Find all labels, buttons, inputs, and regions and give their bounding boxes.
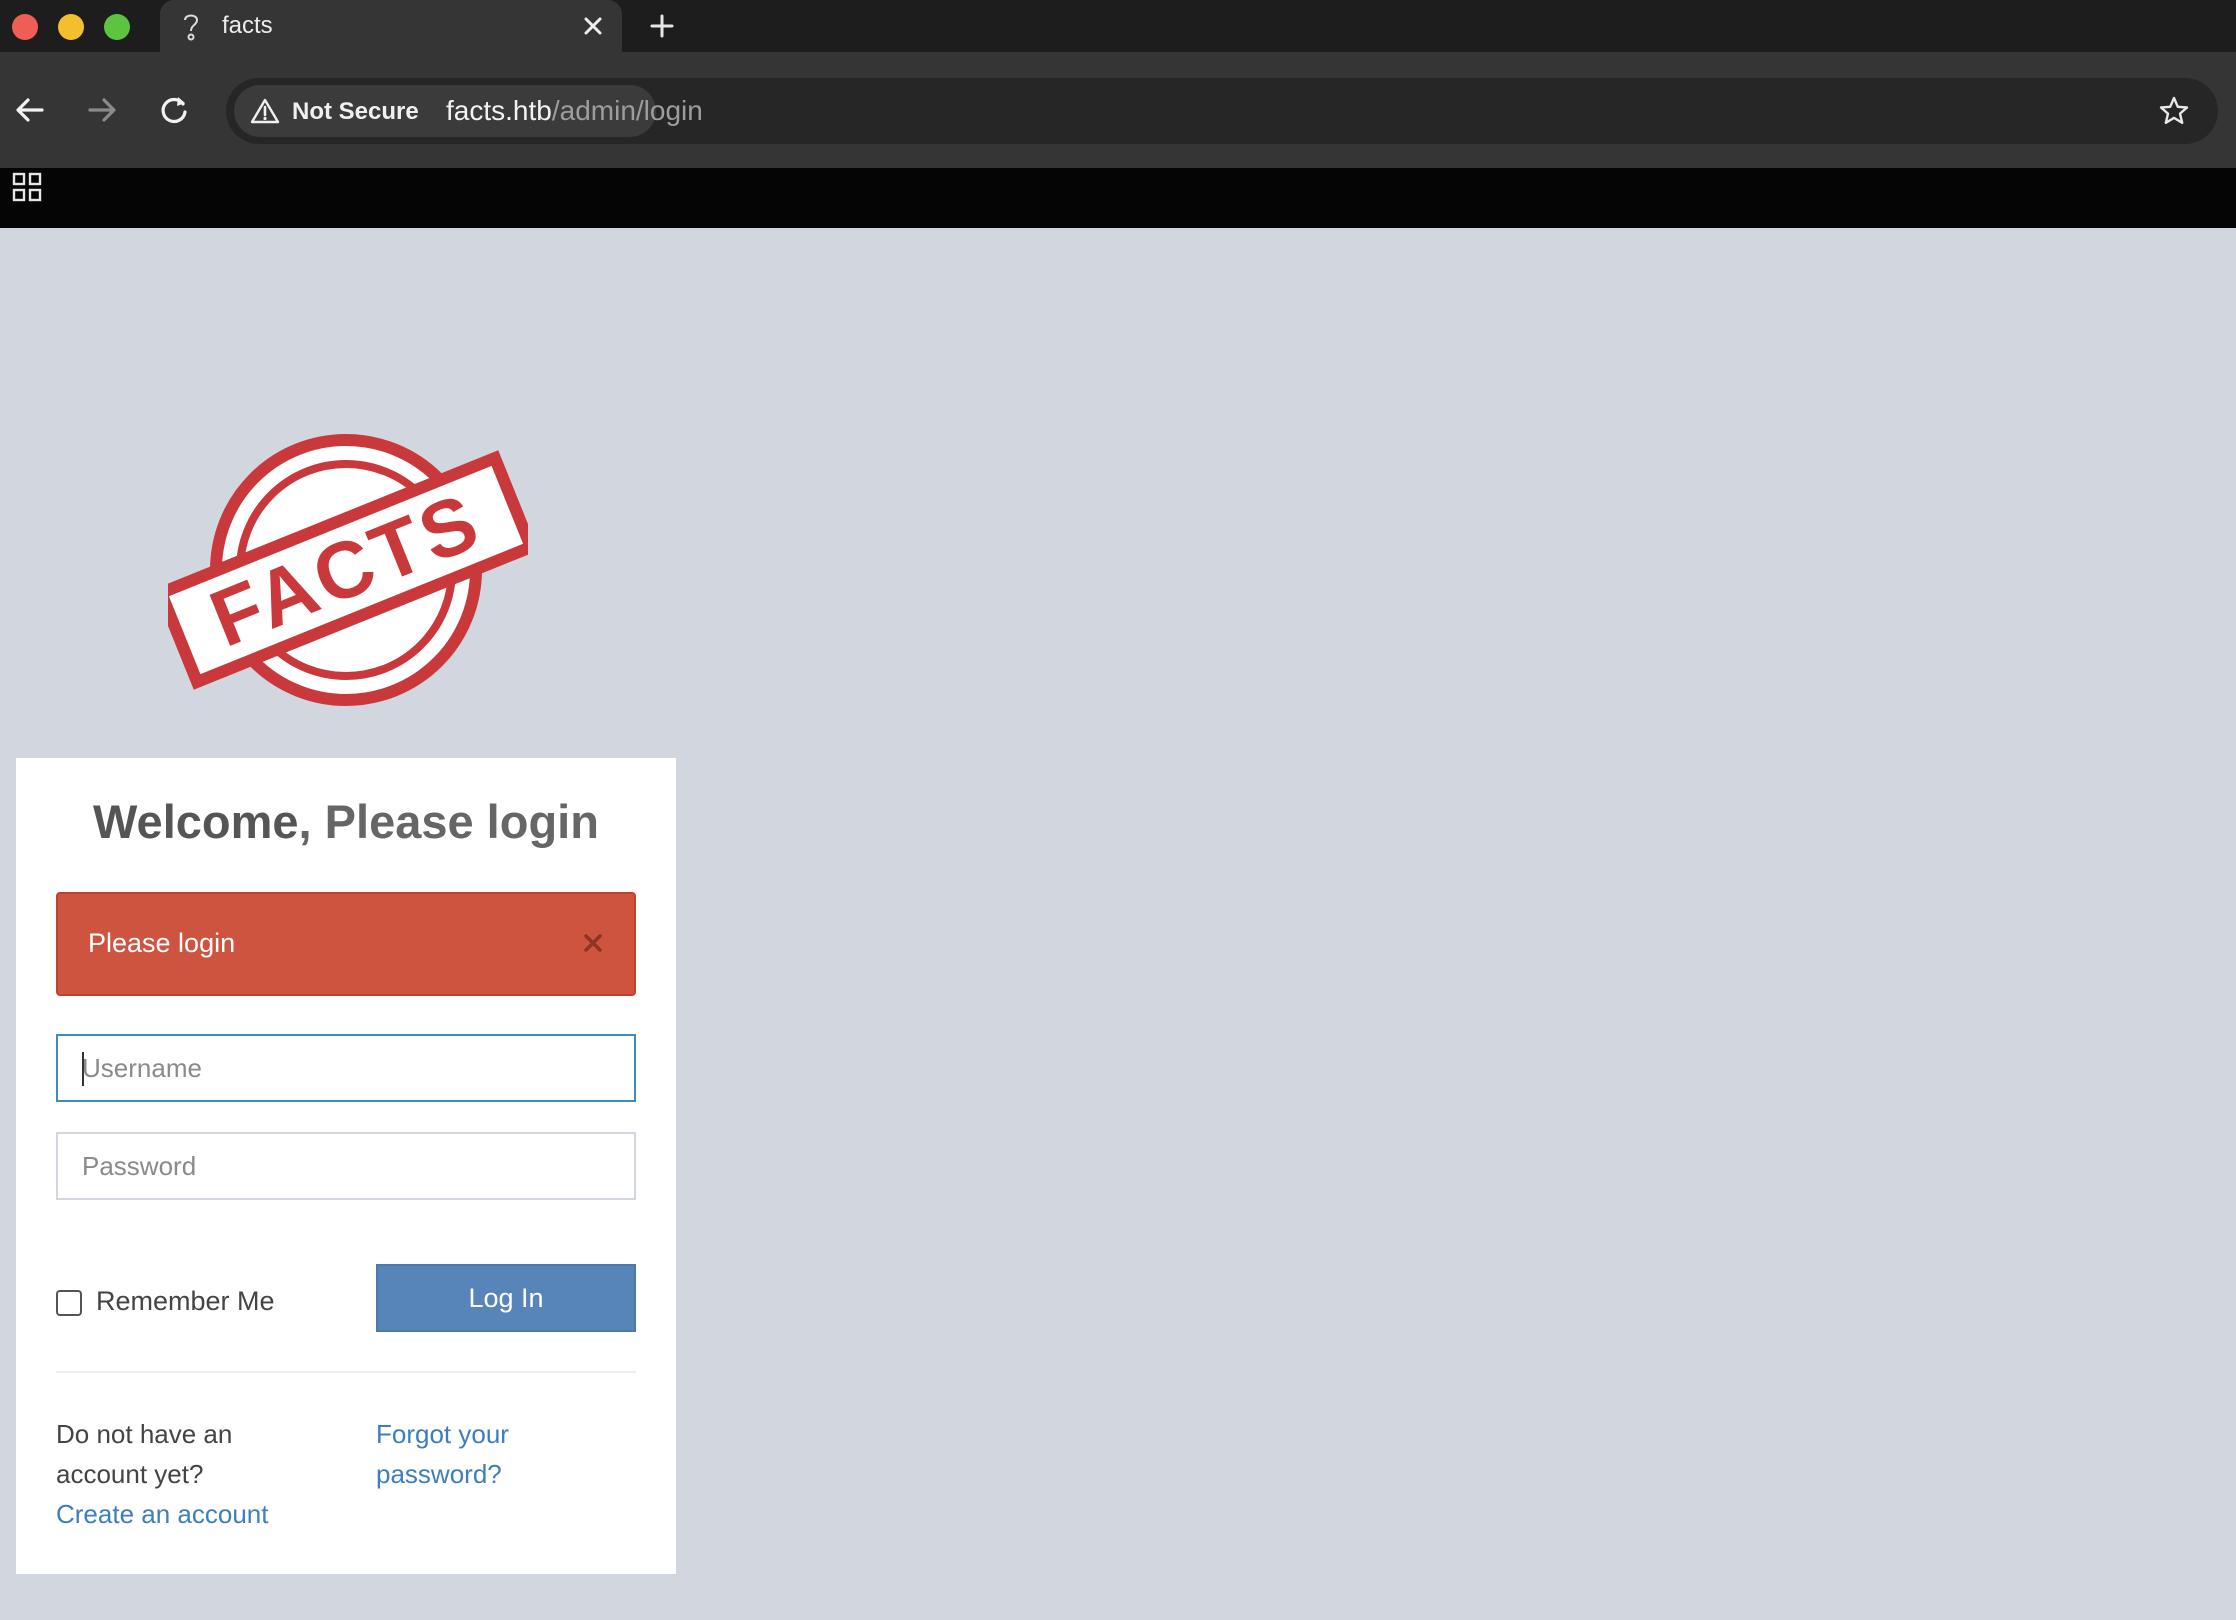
login-button[interactable]: Log In bbox=[376, 1264, 636, 1332]
reload-icon[interactable] bbox=[156, 92, 192, 128]
forward-arrow-icon[interactable] bbox=[84, 92, 120, 128]
no-account-text: Do not have an account yet? bbox=[56, 1419, 233, 1489]
back-arrow-icon[interactable] bbox=[12, 92, 48, 128]
url-text[interactable]: facts.htb/admin/login bbox=[446, 95, 703, 127]
bookmarks-bar bbox=[0, 168, 2236, 228]
welcome-rest: , Please login bbox=[298, 795, 599, 848]
remember-me-label[interactable]: Remember Me bbox=[96, 1286, 275, 1317]
bookmark-star-icon[interactable] bbox=[2158, 95, 2190, 127]
login-box: Welcome, Please login Please login Remem… bbox=[16, 758, 676, 1574]
remember-me-checkbox[interactable] bbox=[56, 1290, 82, 1316]
window-maximize-button[interactable] bbox=[104, 14, 130, 40]
divider bbox=[56, 1371, 636, 1373]
login-alert: Please login bbox=[56, 892, 636, 996]
tab-strip: facts bbox=[0, 0, 2236, 52]
welcome-bold: Welcome bbox=[93, 795, 299, 848]
username-input[interactable] bbox=[56, 1034, 636, 1102]
tab-title: facts bbox=[222, 12, 273, 39]
url-path: /admin/login bbox=[551, 95, 703, 126]
question-mark-favicon-icon bbox=[184, 14, 199, 41]
window-minimize-button[interactable] bbox=[58, 14, 84, 40]
browser-toolbar: Not Secure facts.htb/admin/login bbox=[0, 52, 2236, 168]
login-heading: Welcome, Please login bbox=[16, 794, 676, 849]
password-input[interactable] bbox=[56, 1132, 636, 1200]
alert-close-icon[interactable] bbox=[582, 932, 604, 954]
address-bar[interactable]: Not Secure facts.htb/admin/login bbox=[226, 78, 2218, 144]
security-label: Not Secure bbox=[292, 98, 419, 125]
close-tab-icon[interactable] bbox=[580, 13, 606, 39]
create-account-link[interactable]: Create an account bbox=[56, 1494, 268, 1534]
browser-tab[interactable]: facts bbox=[160, 0, 622, 52]
url-host: facts.htb bbox=[446, 95, 552, 126]
alert-message: Please login bbox=[88, 928, 236, 958]
window-close-button[interactable] bbox=[12, 14, 38, 40]
apps-grid-icon[interactable] bbox=[12, 172, 42, 202]
warning-triangle-icon bbox=[250, 98, 280, 124]
text-cursor bbox=[82, 1052, 84, 1086]
forgot-password-link[interactable]: Forgot your password? bbox=[376, 1414, 576, 1494]
browser-chrome: facts Not Secure facts.htb/admin/login bbox=[0, 0, 2236, 228]
new-tab-plus-icon[interactable] bbox=[648, 12, 676, 40]
facts-stamp-logo: FACTS bbox=[168, 434, 528, 706]
